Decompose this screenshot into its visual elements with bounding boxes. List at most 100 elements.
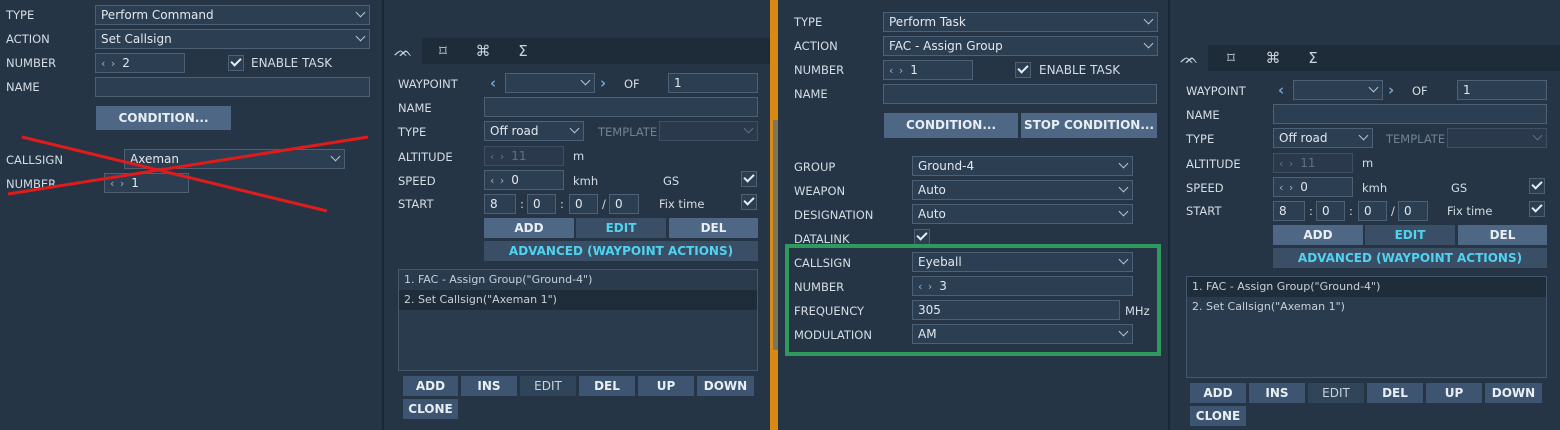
start-minutes[interactable]: 0 [527,194,556,214]
next-waypoint-icon[interactable]: › [600,74,606,92]
action-clone-button[interactable]: CLONE [403,399,458,419]
waypoint-del-button[interactable]: DEL [1458,225,1547,245]
advanced-waypoint-actions-button[interactable]: ADVANCED (WAYPOINT ACTIONS) [1273,248,1547,268]
tab-summary[interactable]: Σ [504,38,542,64]
stop-condition-button[interactable]: STOP CONDITION... [1021,113,1157,138]
action-add-button[interactable]: ADD [403,376,458,396]
list-item[interactable]: 1. FAC - Assign Group("Ground-4") [399,270,757,290]
name-input[interactable] [484,97,758,117]
callsign-number-stepper[interactable]: ‹ › 3 [912,276,1133,296]
start-sep: / [1391,204,1395,218]
speed-stepper[interactable]: ‹ › 0 [1273,177,1353,197]
action-select[interactable]: FAC - Assign Group [883,36,1158,56]
of-field[interactable]: 1 [668,73,758,93]
altitude-stepper[interactable]: ‹ › 11 [484,146,564,166]
fixtime-checkbox[interactable] [1529,201,1545,217]
modulation-select-value: AM [918,327,937,341]
tab-target[interactable]: ⌑ [1212,45,1250,71]
action-up-button[interactable]: UP [638,376,694,396]
action-down-button[interactable]: DOWN [1485,383,1542,403]
number-stepper[interactable]: ‹ › 1 [883,60,973,80]
action-del-button[interactable]: DEL [579,376,635,396]
altitude-label: ALTITUDE [398,150,453,164]
waypoint-actions-list[interactable]: 1. FAC - Assign Group("Ground-4") 2. Set… [398,269,758,371]
list-item[interactable]: 2. Set Callsign("Axeman 1") [1187,297,1546,317]
waypoint-del-button[interactable]: DEL [669,218,758,238]
start-hours[interactable]: 8 [484,194,516,214]
of-field[interactable]: 1 [1457,80,1547,100]
waypoint-select[interactable] [1293,80,1383,100]
action-down-button[interactable]: DOWN [697,376,754,396]
waypoint-add-button[interactable]: ADD [484,218,574,238]
chevron-down-icon [1358,130,1369,141]
start-seconds[interactable]: 0 [569,194,598,214]
prev-waypoint-icon[interactable]: ‹ [490,74,496,92]
advanced-waypoint-actions-button[interactable]: ADVANCED (WAYPOINT ACTIONS) [484,241,758,261]
start-day[interactable]: 0 [609,194,639,214]
tab-command[interactable]: ⌘ [464,38,502,64]
action-clone-button[interactable]: CLONE [1190,406,1246,426]
waypoint-actions-list[interactable]: 1. FAC - Assign Group("Ground-4") 2. Set… [1186,276,1547,378]
action-ins-button[interactable]: INS [461,376,517,396]
tab-route[interactable]: ᨏ [384,38,422,64]
check-icon [1531,178,1543,190]
action-up-button[interactable]: UP [1426,383,1482,403]
list-item-selected[interactable]: 2. Set Callsign("Axeman 1") [399,290,757,310]
fixtime-label: Fix time [1447,204,1493,218]
chevron-down-icon [569,123,580,134]
start-day[interactable]: 0 [1398,201,1428,221]
start-seconds[interactable]: 0 [1358,201,1387,221]
callsign-select[interactable]: Eyeball [912,252,1133,272]
name-label: NAME [1186,108,1220,122]
start-sep: : [1309,204,1313,218]
number-value: 1 [910,63,918,77]
tab-bar: ᨏ ⌑ ⌘ Σ [384,38,770,64]
action-del-button[interactable]: DEL [1367,383,1423,403]
tab-bar: ᨏ ⌑ ⌘ Σ [1170,45,1560,71]
start-minutes[interactable]: 0 [1316,201,1345,221]
fixtime-checkbox[interactable] [741,194,757,210]
name-input[interactable] [883,84,1157,104]
list-item-selected[interactable]: 1. FAC - Assign Group("Ground-4") [1187,277,1546,297]
waypoint-edit-button[interactable]: EDIT [576,218,666,238]
gs-checkbox[interactable] [1529,178,1545,194]
tab-command[interactable]: ⌘ [1254,45,1292,71]
template-select[interactable] [1447,128,1547,148]
template-select[interactable] [659,121,758,141]
type-select[interactable]: Off road [484,121,584,141]
tab-target[interactable]: ⌑ [424,38,462,64]
tab-route[interactable]: ᨏ [1170,45,1208,71]
waypoint-select[interactable] [505,73,595,93]
waypoint-add-button[interactable]: ADD [1273,225,1363,245]
action-edit-button[interactable]: EDIT [520,376,576,396]
enable-task-checkbox[interactable] [1015,62,1031,78]
type-select[interactable]: Off road [1273,128,1373,148]
datalink-checkbox[interactable] [914,229,930,245]
designation-select[interactable]: Auto [912,204,1133,224]
condition-button[interactable]: CONDITION... [884,113,1018,138]
name-label: NAME [794,87,828,101]
speed-label: SPEED [1186,181,1224,195]
altitude-stepper[interactable]: ‹ › 11 [1273,153,1353,173]
weapon-select[interactable]: Auto [912,180,1133,200]
strike-through-mark [7,135,369,213]
waypoint-edit-button[interactable]: EDIT [1365,225,1455,245]
tab-summary[interactable]: Σ [1294,45,1332,71]
group-select-value: Ground-4 [918,159,975,173]
group-select[interactable]: Ground-4 [912,156,1133,176]
action-ins-button[interactable]: INS [1249,383,1305,403]
action-add-button[interactable]: ADD [1190,383,1246,403]
frequency-input[interactable]: 305 [912,300,1120,320]
speed-stepper[interactable]: ‹ › 0 [484,170,564,190]
start-hours[interactable]: 8 [1273,201,1305,221]
gs-checkbox[interactable] [741,171,757,187]
name-input[interactable] [1273,104,1547,124]
type-label: TYPE [1186,132,1215,146]
prev-waypoint-icon[interactable]: ‹ [1278,81,1284,99]
type-select[interactable]: Perform Task [883,12,1158,32]
action-edit-button[interactable]: EDIT [1308,383,1364,403]
modulation-select[interactable]: AM [912,324,1133,344]
sum-icon: Σ [518,42,528,60]
designation-select-value: Auto [918,207,946,221]
next-waypoint-icon[interactable]: › [1388,81,1394,99]
